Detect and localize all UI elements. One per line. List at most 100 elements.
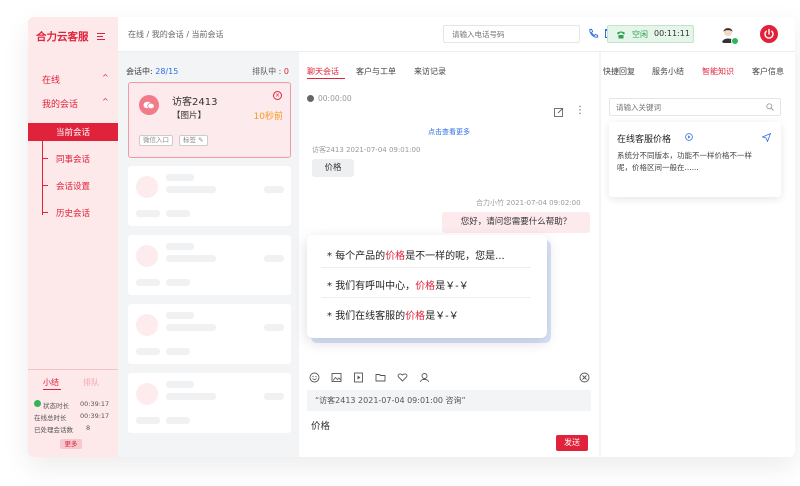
message-bubble-visitor: 价格 bbox=[312, 159, 354, 177]
knowledge-body: 系统分不同版本，功能不一样价格不一样呢，价格区间一般在...... bbox=[617, 151, 752, 172]
online-status-icon bbox=[731, 37, 739, 45]
sidebar-item-label: 当前会话 bbox=[56, 128, 91, 138]
clock-icon bbox=[307, 95, 314, 102]
message-bubble-agent: 您好，请问您需要什么帮助？ bbox=[442, 212, 590, 233]
stat-value: 8 bbox=[86, 424, 91, 432]
tab-visit-record[interactable]: 来访记录 bbox=[414, 66, 446, 77]
input-toolbar bbox=[307, 372, 591, 386]
active-label: 会话中: bbox=[126, 67, 153, 76]
chevron-up-icon[interactable]: ^ bbox=[102, 73, 109, 82]
agent-icon[interactable] bbox=[419, 372, 430, 383]
message-input[interactable]: 价格 bbox=[311, 418, 330, 432]
quoted-message: “访客2413 2021-07-04 09:01:00 咨询” bbox=[307, 390, 591, 411]
knowledge-search-input[interactable] bbox=[609, 98, 781, 116]
suggestion-item[interactable]: * 我们有呼叫中心，价格是￥-￥ bbox=[327, 277, 469, 292]
total-count: /15 bbox=[165, 67, 179, 76]
send-button[interactable]: 发送 bbox=[556, 435, 588, 451]
nav-tree-tick bbox=[42, 158, 48, 159]
menu-icon[interactable] bbox=[97, 33, 105, 40]
message-time: 10秒前 bbox=[253, 112, 283, 122]
load-more-link[interactable]: 点击查看更多 bbox=[299, 127, 599, 137]
breadcrumb: 在线 / 我的会话 / 当前会话 bbox=[128, 30, 224, 39]
top-bar: 在线 / 我的会话 / 当前会话 空闲 00:11:11 bbox=[118, 17, 795, 52]
phone-input[interactable] bbox=[443, 25, 580, 43]
message-time: 2021-07-04 09:02:00 bbox=[506, 199, 581, 207]
conversation-card-placeholder bbox=[128, 373, 291, 433]
tab-chat[interactable]: 聊天会话 bbox=[307, 66, 339, 77]
sidebar-item-current-session[interactable]: 当前会话 bbox=[28, 123, 118, 141]
stat-label: 已处理会话数 bbox=[34, 426, 73, 434]
phone-icon[interactable] bbox=[588, 28, 599, 39]
tab-underline bbox=[43, 389, 61, 390]
telephone-icon bbox=[617, 31, 625, 39]
conversation-card-active[interactable]: 访客2413 【图片】 10秒前 × 微信入口 标签 ✎ bbox=[128, 82, 291, 158]
nav-tree-line bbox=[42, 137, 43, 215]
emoji-icon[interactable] bbox=[309, 372, 320, 383]
stat-value: 00:39:17 bbox=[80, 412, 110, 420]
heart-icon[interactable] bbox=[397, 372, 408, 383]
divider bbox=[321, 297, 531, 298]
visitor-name: 访客2413 bbox=[172, 97, 218, 108]
active-sessions-header: 会话中: 28/15 bbox=[126, 66, 178, 77]
nav-tree-tick bbox=[42, 185, 48, 186]
image-icon[interactable] bbox=[331, 372, 342, 383]
message-sender: 合力小竹 bbox=[476, 199, 504, 207]
conversation-list: 会话中: 28/15 排队中 : 0 访客2413 【图片】 10秒前 × 微信… bbox=[118, 52, 298, 457]
status-indicator[interactable]: 空闲 00:11:11 bbox=[607, 25, 694, 43]
divider bbox=[28, 369, 118, 370]
tab-customer-ticket[interactable]: 客户与工单 bbox=[356, 66, 396, 77]
tab-smart-knowledge[interactable]: 智能知识 bbox=[702, 66, 734, 77]
power-icon bbox=[764, 28, 774, 39]
session-duration: 00:00:00 bbox=[318, 94, 352, 103]
brand-name: 合力云客服 bbox=[36, 31, 89, 43]
divider bbox=[321, 267, 531, 268]
visitor-icon bbox=[139, 95, 159, 115]
tag-badge[interactable]: 微信入口 bbox=[139, 135, 173, 146]
sidebar-item-colleague-sessions[interactable]: 同事会话 bbox=[56, 153, 90, 165]
status-timer: 00:11:11 bbox=[654, 29, 690, 38]
message-meta: 访客2413 2021-07-04 09:01:00 bbox=[312, 145, 420, 155]
message-time: 2021-07-04 09:01:00 bbox=[346, 146, 421, 154]
knowledge-title: 在线客服价格 bbox=[617, 135, 672, 145]
suggestion-item[interactable]: * 每个产品的价格是不一样的呢，您是... bbox=[327, 247, 505, 262]
message-preview: 【图片】 bbox=[172, 111, 207, 121]
sidebar-item-online[interactable]: 在线 bbox=[42, 73, 60, 86]
status-text: 空闲 bbox=[632, 30, 648, 39]
folder-icon[interactable] bbox=[375, 372, 386, 383]
tab-queue[interactable]: 排队 bbox=[83, 377, 99, 388]
tab-quick-reply[interactable]: 快捷回复 bbox=[603, 66, 635, 77]
more-button[interactable]: 更多 bbox=[60, 439, 82, 449]
sidebar: 合力云客服 在线 ^ 我的会话 ^ 当前会话 同事会话 会话设置 历史会话 小结… bbox=[28, 17, 118, 457]
more-vertical-icon[interactable]: ⋮ bbox=[575, 105, 585, 116]
edit-icon[interactable] bbox=[554, 107, 564, 117]
tab-summary[interactable]: 小结 bbox=[43, 377, 59, 388]
queue-label: 排队中 : bbox=[252, 67, 282, 76]
check-icon bbox=[34, 400, 41, 407]
stat-label: 状态时长 bbox=[43, 402, 69, 410]
tab-service-summary[interactable]: 服务小结 bbox=[652, 66, 684, 77]
video-icon[interactable] bbox=[353, 372, 364, 383]
sidebar-item-history[interactable]: 历史会话 bbox=[56, 207, 90, 219]
search-icon[interactable] bbox=[766, 103, 774, 111]
tag-badge[interactable]: 标签 ✎ bbox=[179, 135, 208, 146]
close-icon[interactable]: × bbox=[273, 91, 282, 100]
close-icon[interactable] bbox=[579, 372, 590, 383]
tab-underline bbox=[307, 78, 345, 79]
sidebar-item-session-settings[interactable]: 会话设置 bbox=[56, 180, 90, 192]
stat-value: 00:39:17 bbox=[80, 400, 110, 408]
sidebar-item-my-sessions[interactable]: 我的会话 bbox=[42, 97, 78, 110]
conversation-card-placeholder bbox=[128, 304, 291, 364]
chevron-up-icon[interactable]: ^ bbox=[102, 97, 109, 106]
conversation-card-placeholder bbox=[128, 166, 291, 226]
right-panel: 快捷回复 服务小结 智能知识 客户信息 在线客服价格 系统分不同版本，功能不一样… bbox=[601, 52, 795, 457]
send-icon[interactable] bbox=[762, 133, 771, 142]
tab-customer-info[interactable]: 客户信息 bbox=[752, 66, 784, 77]
suggestion-item[interactable]: * 我们在线客服的价格是￥-￥ bbox=[327, 307, 459, 322]
power-button[interactable] bbox=[760, 25, 778, 43]
nav-tree-tick bbox=[42, 212, 48, 213]
knowledge-card[interactable]: 在线客服价格 系统分不同版本，功能不一样价格不一样呢，价格区间一般在...... bbox=[609, 122, 781, 197]
queue-header: 排队中 : 0 bbox=[252, 66, 289, 77]
play-icon[interactable] bbox=[685, 133, 693, 141]
stat-label: 在线总时长 bbox=[34, 414, 67, 422]
message-meta: 合力小竹 2021-07-04 09:02:00 bbox=[476, 198, 581, 208]
